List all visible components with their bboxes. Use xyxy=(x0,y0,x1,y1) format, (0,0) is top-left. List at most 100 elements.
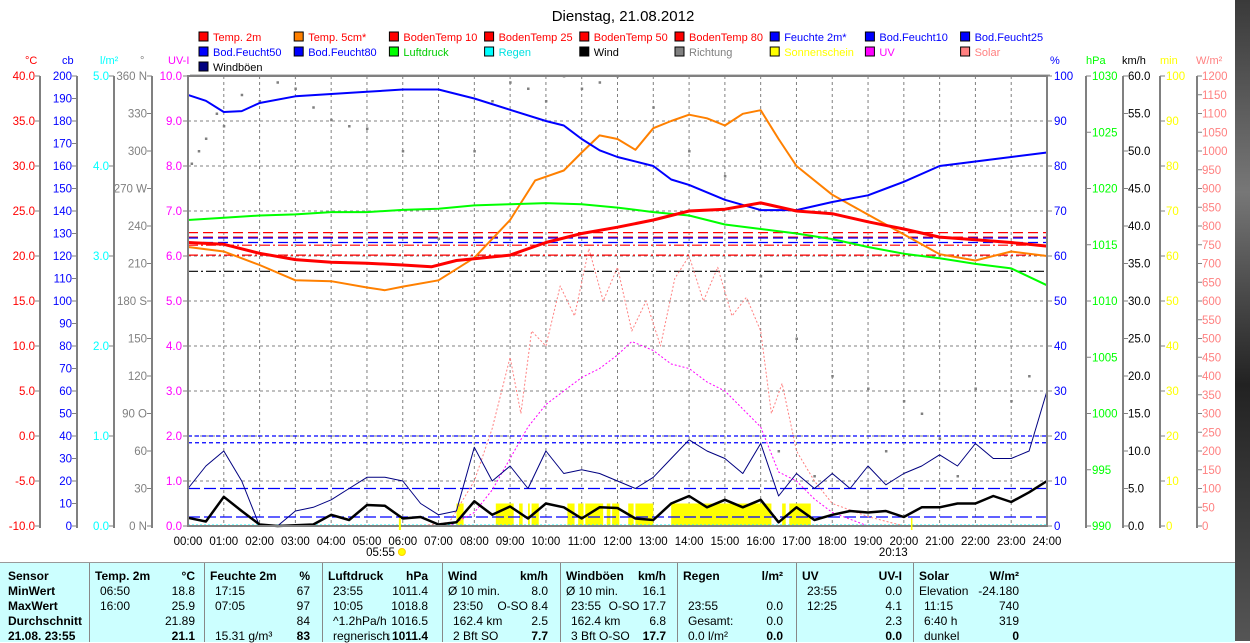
axis-unit: °C xyxy=(25,55,37,67)
direction-point xyxy=(312,106,315,109)
direction-point xyxy=(215,112,219,115)
sunset-time: 20:13 xyxy=(879,547,908,559)
axis-tick-label: 70 xyxy=(1054,206,1067,218)
axes: °C 40.0 35.0 30.0 25.0 20.0 15.0 10.0 5.0 0.0 -5.0… xyxy=(9,55,1228,533)
column-unit: km/h xyxy=(519,569,548,583)
axis-tick-label: 90 xyxy=(1054,116,1067,128)
legend-item: Windböen xyxy=(198,61,263,74)
stat-label: 162.4 km xyxy=(453,614,503,628)
stats-column-wind: Wind km/h Ø 10 min. 8.0 23:50 O-SO 8.4 162.4 k… xyxy=(448,563,548,643)
axis-tick-label: 40.0 xyxy=(13,71,35,83)
stat-label: 23:55 xyxy=(807,584,838,598)
direction-point xyxy=(190,162,194,165)
stat-label: Ø 10 min. xyxy=(566,584,619,598)
axis-tick-label: 70 xyxy=(59,364,72,376)
axis-rain: l/m² 5.0 4.0 3.0 2.0 1.0 0.0 xyxy=(93,55,119,533)
axis-tick-label: 20 xyxy=(59,476,72,488)
legend-swatch xyxy=(769,46,780,57)
axis-tick-label: 25.0 xyxy=(1128,334,1150,346)
stat-value: 2.5 xyxy=(531,614,548,628)
stat-label: 6:40 h xyxy=(924,614,958,628)
axis-tick-label: 10 xyxy=(59,499,72,511)
axis-tick-label: 300 xyxy=(128,146,147,158)
moon-icon xyxy=(910,548,915,556)
axis-tick-label: 1000 xyxy=(1092,409,1118,421)
axis-tick-label: 7.0 xyxy=(166,206,182,218)
weather-chart: Dienstag, 21.08.2012 Temp. 2m Temp. 5cm* B… xyxy=(9,8,1228,559)
axis-tick-label: 1100 xyxy=(1202,109,1227,121)
axis-tick-label: 90 O xyxy=(122,409,147,421)
x-tick-label: 12:00 xyxy=(603,536,632,548)
stat-value: 0.0 xyxy=(885,584,902,598)
axis-tick-label: 350 xyxy=(1202,390,1221,402)
x-tick-label: 17:00 xyxy=(782,536,811,548)
axis-tick-label: 180 xyxy=(53,116,72,128)
axis-unit: cb xyxy=(62,55,74,67)
axis-tick-label: 90 xyxy=(59,319,72,331)
axis-solar: W/m²120011501100105010009509008508007507… xyxy=(1196,55,1228,533)
axis-tick-label: 30.0 xyxy=(13,161,35,173)
legend-swatch xyxy=(198,61,209,72)
legend-label: BodenTemp 80 xyxy=(689,32,763,44)
axis-tick-label: 60 xyxy=(1166,251,1179,263)
stat-value: 97 xyxy=(296,599,310,613)
axis-tick-label: 80 xyxy=(59,341,72,353)
axis-tick-label: 30 xyxy=(59,454,72,466)
column-divider xyxy=(913,563,914,642)
axis-tick-label: 140 xyxy=(53,206,72,218)
legend-item: Sonnenschein xyxy=(769,46,854,59)
legend-label: BodenTemp 10 xyxy=(403,32,477,44)
legend-label: Regen xyxy=(499,47,531,59)
direction-point xyxy=(491,100,494,103)
axis-tick-label: 200 xyxy=(1202,446,1221,458)
axis-tick-label: 30.0 xyxy=(1128,296,1150,308)
axis-tick-label: 9.0 xyxy=(166,116,182,128)
axis-tick-label: 0 xyxy=(1054,521,1060,533)
direction-point xyxy=(348,125,351,128)
axis-tick-label: 70 xyxy=(1166,206,1179,218)
stat-value: 67 xyxy=(296,584,310,598)
axis-tick-label: 0.0 xyxy=(1128,521,1144,533)
direction-point xyxy=(580,87,584,90)
direction-point xyxy=(204,137,208,140)
axis-tick-label: 100 xyxy=(53,296,72,308)
legend-item: BodenTemp 25 xyxy=(484,31,573,44)
axis-tick-label: 90 xyxy=(1166,116,1179,128)
stat-label: 162.4 km xyxy=(571,614,621,628)
axis-tick-label: -5.0 xyxy=(15,476,35,488)
direction-point xyxy=(723,175,727,178)
axis-tick-label: 50.0 xyxy=(1128,146,1150,158)
direction-point xyxy=(777,450,781,453)
stat-value: 319 xyxy=(998,614,1019,628)
axis-tick-label: 1030 xyxy=(1092,71,1118,83)
axis-tick-label: 20 xyxy=(1054,431,1067,443)
axis-tick-label: 40.0 xyxy=(1128,221,1150,233)
axis-tick-label: 50 xyxy=(59,409,72,421)
stat-label: 12:25 xyxy=(807,599,838,613)
axis-tick-label: 60 xyxy=(134,446,147,458)
stat-value: 6.8 xyxy=(649,614,666,628)
direction-point xyxy=(652,106,655,109)
axis-tick-label: 1.0 xyxy=(166,476,182,488)
direction-point xyxy=(920,412,924,415)
stat-value: 4.1 xyxy=(885,599,902,613)
legend-label: Solar xyxy=(975,47,1001,59)
row-label: Sensor xyxy=(8,569,49,583)
column-unit: W/m² xyxy=(989,569,1019,583)
axis-tick-label: 30 xyxy=(134,484,147,496)
axis-tick-label: 35.0 xyxy=(1128,259,1150,271)
axis-tick-label: 180 S xyxy=(117,296,147,308)
legend-swatch xyxy=(388,46,399,57)
axis-tick-label: 1005 xyxy=(1092,352,1118,364)
x-tick-label: 04:00 xyxy=(317,536,346,548)
grid xyxy=(188,76,1047,526)
x-tick-label: 13:00 xyxy=(639,536,668,548)
direction-point xyxy=(974,387,977,390)
axis-tick-label: 30 xyxy=(1166,386,1179,398)
legend-label: Temp. 5cm* xyxy=(308,32,367,44)
legend-item: BodenTemp 80 xyxy=(674,31,763,44)
stat-value: 740 xyxy=(998,599,1019,613)
axis-tick-label: 100 xyxy=(1166,71,1185,83)
x-tick-label: 09:00 xyxy=(496,536,525,548)
axis-tick-label: 50 xyxy=(1054,296,1067,308)
